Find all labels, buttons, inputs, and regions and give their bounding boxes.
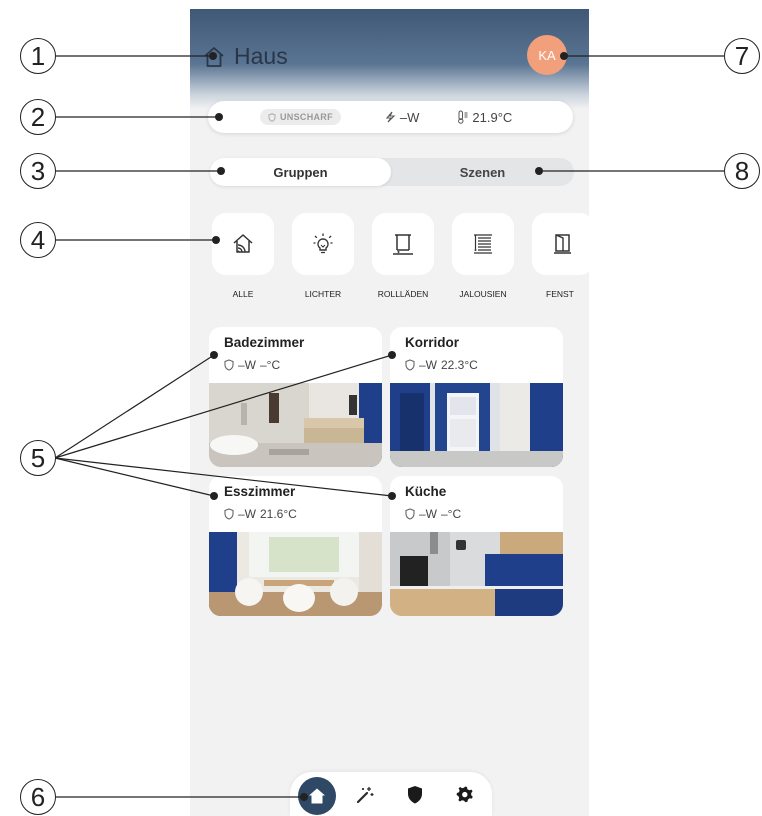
- callout-1: 1: [20, 38, 56, 74]
- callout-2: 2: [20, 99, 56, 135]
- callout-lines: [54, 52, 724, 801]
- callout-8: 8: [724, 153, 760, 189]
- callout-3: 3: [20, 153, 56, 189]
- callout-6: 6: [20, 779, 56, 815]
- callout-7: 7: [724, 38, 760, 74]
- callout-5: 5: [20, 440, 56, 476]
- callout-4: 4: [20, 222, 56, 258]
